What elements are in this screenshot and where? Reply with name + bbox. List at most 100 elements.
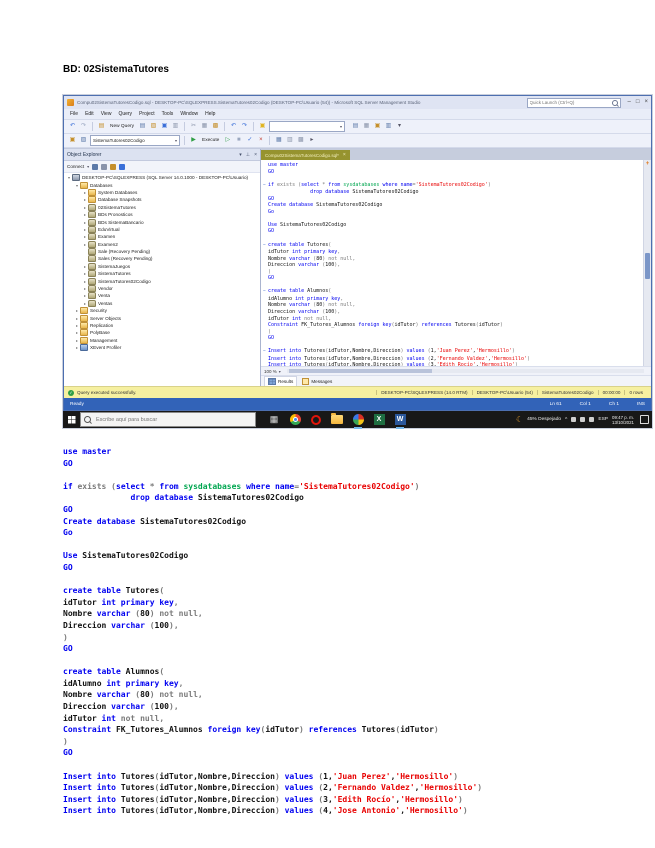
tree-item-polybase[interactable]: ▸PolyBase [64, 329, 260, 336]
tree-item-server-objects[interactable]: ▸Server Objects [64, 314, 260, 321]
nav-forward-icon[interactable]: ↷ [79, 122, 88, 131]
new-query-icon[interactable]: ▤ [97, 122, 106, 131]
connect-button[interactable]: Connect [67, 164, 84, 169]
tab-close-icon[interactable]: × [343, 152, 346, 158]
tree-item-security[interactable]: ▸Security [64, 307, 260, 314]
chrome-icon[interactable] [289, 414, 301, 426]
quick-launch-box[interactable] [527, 98, 621, 108]
cut-icon[interactable]: ✂ [189, 122, 198, 131]
restore-button[interactable]: □ [636, 96, 640, 109]
menu-view[interactable]: View [101, 111, 112, 117]
tree-item-databases[interactable]: ▾Databases [64, 181, 260, 188]
stop-icon[interactable]: ■ [234, 136, 243, 145]
results-text-icon[interactable]: ▥ [285, 136, 294, 145]
available-databases-icon[interactable]: ▣ [68, 136, 77, 145]
tree-item-sales-recovery-pending-[interactable]: Sales (Recovery Pending) [64, 255, 260, 262]
stop-process-icon[interactable] [101, 164, 107, 170]
weather-status[interactable]: 45% Despejado [527, 417, 561, 422]
execute-button[interactable]: Execute [202, 138, 219, 143]
tree-item-replication[interactable]: ▸Replication [64, 322, 260, 329]
query-editor[interactable]: use master GO −if exists (select * from … [261, 160, 643, 366]
redo-icon[interactable]: ↷ [240, 122, 249, 131]
menu-window[interactable]: Window [180, 111, 198, 117]
tree-item-eduvirtual[interactable]: ▸EduVirtual [64, 226, 260, 233]
find-combo[interactable]: ▾ [269, 121, 345, 132]
database-dropdown[interactable]: SistemaTutores02Codigo ▾ [90, 135, 180, 146]
new-file-icon[interactable]: ▤ [138, 122, 147, 131]
volume-icon[interactable] [580, 417, 585, 422]
undo-icon[interactable]: ↶ [229, 122, 238, 131]
language-indicator[interactable]: ESP [598, 417, 608, 422]
menu-query[interactable]: Query [118, 111, 132, 117]
menu-file[interactable]: File [70, 111, 78, 117]
tree-item-sale-recovery-pending-[interactable]: Sale (Recovery Pending) [64, 248, 260, 255]
taskbar-search-input[interactable] [94, 416, 252, 424]
new-query-label[interactable]: New Query [110, 124, 134, 129]
notification-center-icon[interactable] [640, 415, 649, 424]
results-tab-messages[interactable]: Messages [299, 377, 335, 386]
refresh-icon[interactable] [119, 164, 125, 170]
scrollbar-thumb[interactable] [645, 253, 650, 279]
excel-icon[interactable]: X [373, 414, 385, 426]
menu-help[interactable]: Help [205, 111, 215, 117]
panel-close-icon[interactable]: × [254, 152, 257, 158]
pin-icon[interactable]: ⊥ [246, 152, 250, 158]
debug-icon[interactable]: ▷ [223, 136, 232, 145]
tray-chevron-icon[interactable]: ^ [565, 417, 567, 423]
change-connection-icon[interactable]: ▨ [79, 136, 88, 145]
tree-item-bds-sistemabancario[interactable]: ▸BDs SistemaBancario [64, 218, 260, 225]
minimize-button[interactable]: – [628, 96, 631, 109]
object-explorer-icon[interactable]: ▣ [373, 122, 382, 131]
tree-item-management[interactable]: ▸Management [64, 337, 260, 344]
editor-scrollbar[interactable]: + [643, 160, 651, 366]
query-tab[interactable]: Compu02SistemaTutoresCodigo.sql* × [261, 150, 350, 160]
tree-item-sistemajuegos[interactable]: ▸SistemaJuegos [64, 263, 260, 270]
battery-icon[interactable] [589, 417, 594, 422]
close-button[interactable]: × [644, 96, 648, 109]
copy-icon[interactable]: ▦ [200, 122, 209, 131]
menu-tools[interactable]: Tools [162, 111, 174, 117]
menu-edit[interactable]: Edit [85, 111, 94, 117]
photos-icon[interactable] [352, 414, 364, 426]
menu-project[interactable]: Project [139, 111, 155, 117]
tree-item-ventas[interactable]: ▸Ventas [64, 300, 260, 307]
more-options-icon[interactable]: ▾ [395, 122, 404, 131]
paste-icon[interactable]: ▩ [211, 122, 220, 131]
opera-icon[interactable] [310, 414, 322, 426]
tree-item-system-databases[interactable]: ▸System Databases [64, 189, 260, 196]
start-button[interactable] [63, 411, 80, 428]
properties-icon[interactable]: ▦ [362, 122, 371, 131]
indent-icon[interactable]: ▸ [307, 136, 316, 145]
nav-back-icon[interactable]: ↶ [68, 122, 77, 131]
tree-item-examen2[interactable]: ▸Examen2 [64, 241, 260, 248]
tree-item-vendor[interactable]: ▸Vendor [64, 285, 260, 292]
network-icon[interactable] [571, 417, 576, 422]
solution-explorer-icon[interactable]: ▤ [351, 122, 360, 131]
horizontal-scrollbar[interactable] [287, 369, 644, 373]
filter-icon[interactable] [110, 164, 116, 170]
quick-launch-input[interactable] [528, 100, 612, 105]
tree-item-02sistematutores[interactable]: ▸02SistemaTutores [64, 204, 260, 211]
results-grid-icon[interactable]: ▦ [274, 136, 283, 145]
taskbar-clock[interactable]: 09:47 p. m. 13/10/2021 [612, 415, 634, 425]
tree-item-bds-pronosticos[interactable]: ▸BDs Pronosticos [64, 211, 260, 218]
task-view-icon[interactable]: ▦ [268, 414, 280, 426]
tree-item-sistematutores02codigo[interactable]: ▸SistemaTutores02Codigo [64, 277, 260, 284]
zoom-level[interactable]: 100 % [264, 369, 277, 374]
highlight-icon[interactable]: ▣ [258, 122, 267, 131]
print-icon[interactable]: ▥ [171, 122, 180, 131]
tree-item-desktop-pc-sqlexpress-sql-serv[interactable]: ▾DESKTOP-PC\SQLEXPRESS (SQL Server 14.0.… [64, 174, 260, 181]
tree-item-examen[interactable]: ▸Examen [64, 233, 260, 240]
parse-icon[interactable]: ✓ [245, 136, 254, 145]
tree-item-venta[interactable]: ▸Venta [64, 292, 260, 299]
panel-menu-icon[interactable]: ▾ [239, 152, 242, 158]
cancel-query-icon[interactable]: × [256, 136, 265, 145]
comment-icon[interactable]: ▩ [296, 136, 305, 145]
word-icon[interactable]: W [394, 414, 406, 426]
file-explorer-icon[interactable] [331, 414, 343, 426]
tree-item-sistematutores[interactable]: ▸SistemaTutores [64, 270, 260, 277]
tree-item-xevent-profiler[interactable]: ▸XEvent Profiler [64, 344, 260, 351]
taskbar-search-box[interactable] [80, 412, 256, 427]
execute-icon[interactable]: ▶ [189, 136, 198, 145]
save-icon[interactable]: ▣ [160, 122, 169, 131]
